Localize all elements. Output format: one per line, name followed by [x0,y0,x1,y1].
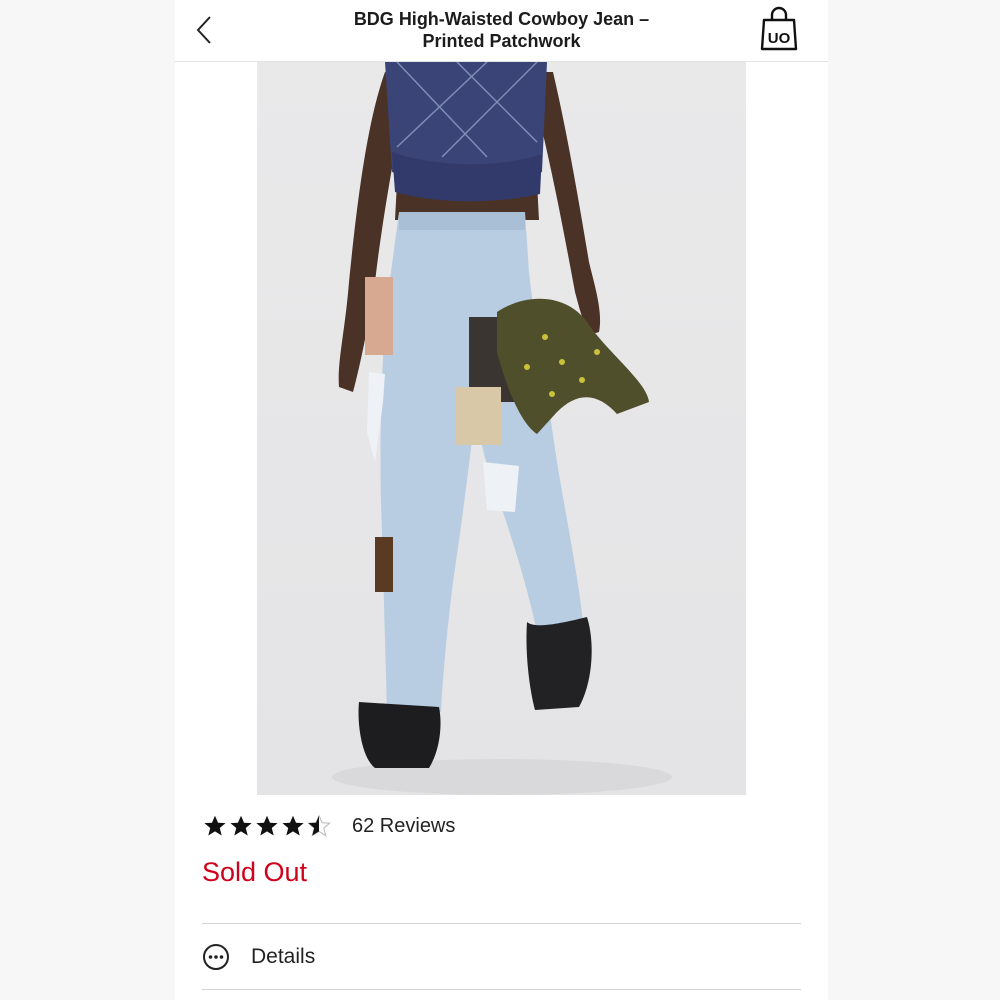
details-label: Details [251,945,316,968]
uo-bag-text: UO [768,30,791,47]
uo-bag-icon: UO [760,6,798,51]
availability-status: Sold Out [202,857,308,887]
more-horizontal-circle-icon [203,944,229,970]
reviews-link[interactable]: 62 Reviews [352,815,455,838]
shopping-bag-button[interactable]: UO [759,6,799,52]
star-full-icon [256,815,278,836]
star-full-icon [282,815,304,836]
star-rating [202,813,332,839]
divider [202,989,801,990]
page-title: BDG High-Waisted Cowboy Jean – Printed P… [265,8,738,52]
star-full-icon [204,815,226,836]
page-title-line-1: BDG High-Waisted Cowboy Jean – [353,9,650,29]
divider [202,923,801,924]
top-nav-bar: BDG High-Waisted Cowboy Jean – Printed P… [175,0,828,62]
back-button[interactable] [189,12,219,48]
page-title-line-2: Printed Patchwork [422,31,581,51]
chevron-left-icon [196,16,211,44]
rating-row[interactable]: 62 Reviews [202,812,455,840]
star-half-icon [306,814,332,837]
product-photo-illustration [332,62,672,795]
product-page: BDG High-Waisted Cowboy Jean – Printed P… [175,0,828,1000]
details-accordion[interactable]: Details [202,926,801,988]
star-full-icon [230,815,252,836]
product-image[interactable] [257,62,746,795]
